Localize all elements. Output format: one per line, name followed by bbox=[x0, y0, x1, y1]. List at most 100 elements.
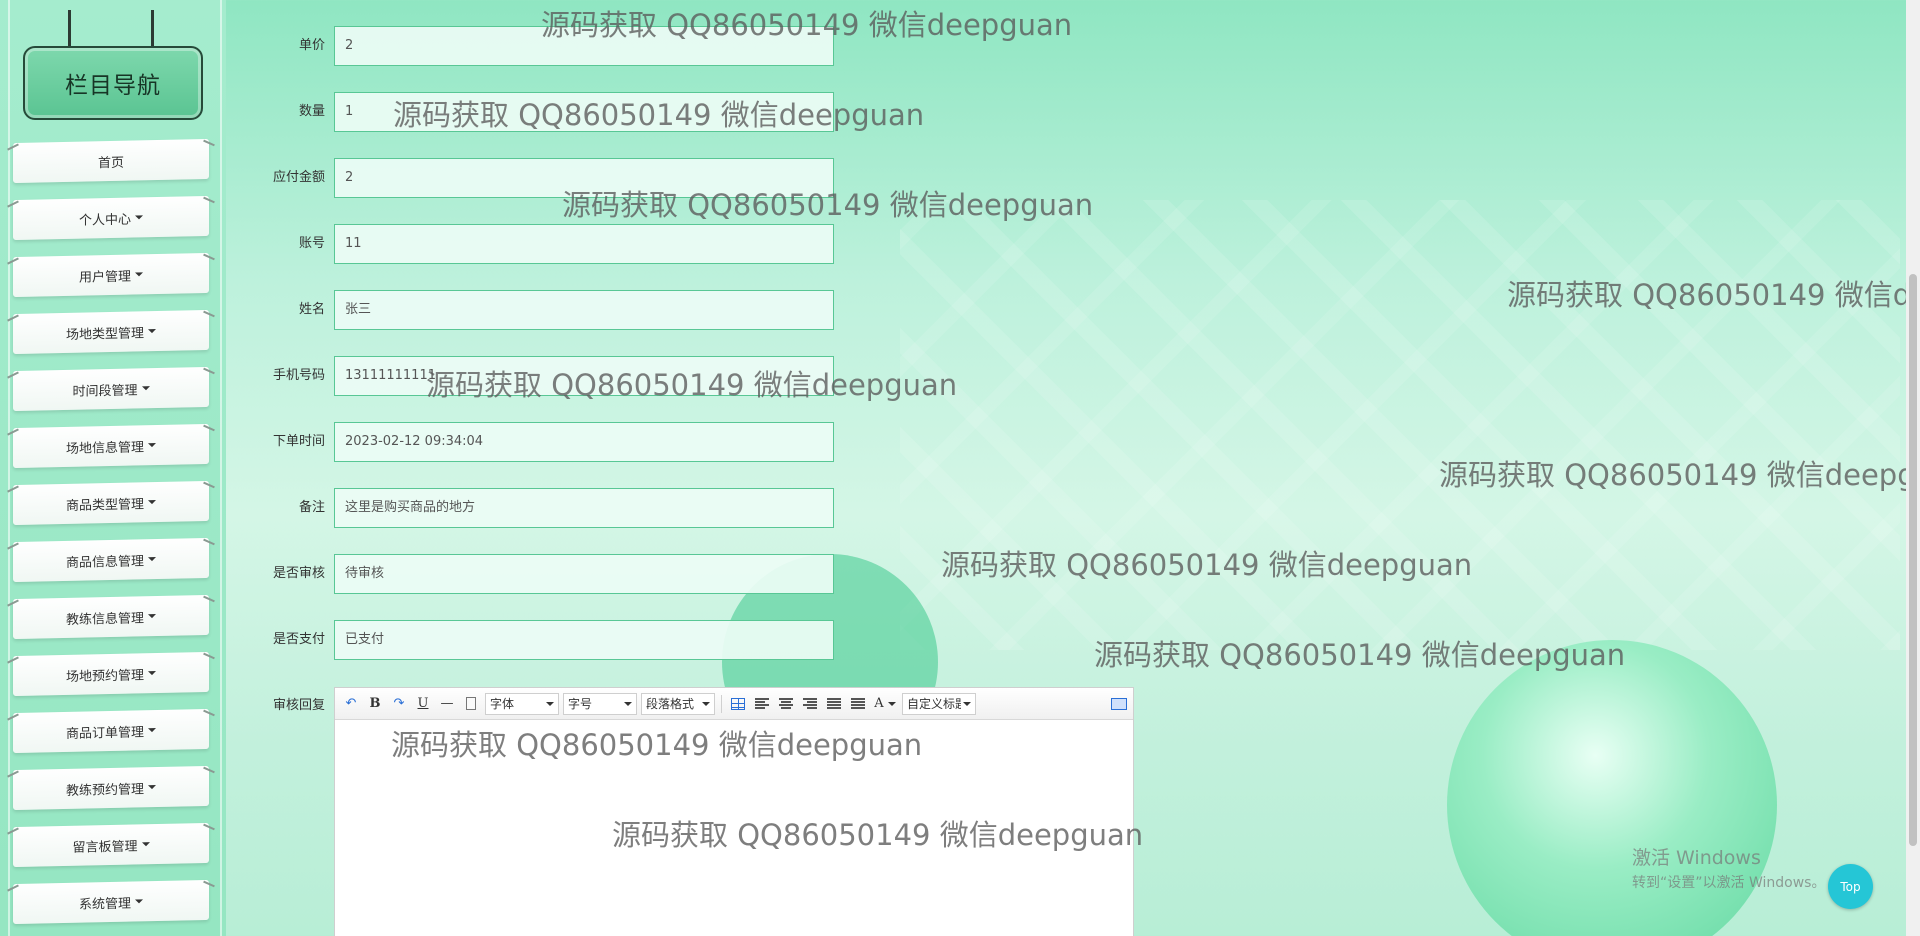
chevron-down-icon bbox=[148, 443, 156, 448]
page-scrollbar[interactable] bbox=[1906, 0, 1920, 936]
form-row: 是否支付 已支付 bbox=[255, 620, 835, 660]
chevron-down-icon bbox=[963, 701, 971, 706]
form-field-label: 单价 bbox=[298, 38, 325, 53]
sidebar-item-label: 场地类型管理 bbox=[65, 325, 144, 343]
align-justify-icon[interactable] bbox=[824, 694, 844, 714]
align-left-icon[interactable] bbox=[752, 694, 772, 714]
sidebar-item-label: 商品订单管理 bbox=[65, 724, 144, 742]
sidebar-item-label: 商品类型管理 bbox=[65, 496, 144, 514]
bold-button[interactable]: B bbox=[365, 694, 385, 714]
sidebar-item[interactable]: 商品订单管理 bbox=[13, 708, 209, 754]
sidebar-item-label: 首页 bbox=[97, 155, 124, 171]
chevron-down-icon bbox=[546, 701, 554, 706]
font-color-button[interactable]: A bbox=[872, 694, 898, 714]
form-field-label: 姓名 bbox=[298, 302, 325, 317]
font-family-select[interactable]: 字体 bbox=[485, 692, 559, 715]
sidebar-item[interactable]: 个人中心 bbox=[13, 195, 209, 241]
windows-activation-title: 激活 Windows bbox=[1632, 847, 1761, 869]
form-field-input[interactable]: 2023-02-12 09:34:04 bbox=[334, 422, 834, 462]
chevron-down-icon bbox=[135, 899, 143, 904]
chevron-down-icon bbox=[148, 614, 156, 619]
document-icon[interactable] bbox=[461, 694, 481, 714]
font-size-select[interactable]: 字号 bbox=[563, 692, 637, 715]
chevron-down-icon bbox=[887, 701, 896, 706]
form-field-input[interactable]: 11 bbox=[334, 224, 834, 264]
redo-icon[interactable]: ↷ bbox=[389, 694, 409, 714]
table-icon[interactable] bbox=[728, 694, 748, 714]
form-field-input[interactable]: 2 bbox=[334, 26, 834, 66]
form-field-label: 数量 bbox=[298, 104, 325, 119]
sidebar-item[interactable]: 场地信息管理 bbox=[13, 423, 209, 469]
form-row: 数量 1 bbox=[255, 92, 835, 132]
sidebar-item[interactable]: 时间段管理 bbox=[13, 366, 209, 412]
chevron-down-icon bbox=[135, 215, 143, 220]
font-family-value: 字体 bbox=[490, 696, 515, 711]
list-icon[interactable] bbox=[848, 694, 868, 714]
watermark: 源码获取 QQ86050149 微信deepguan bbox=[1439, 458, 1906, 492]
sidebar-item[interactable]: 留言板管理 bbox=[13, 822, 209, 868]
sign-string bbox=[151, 10, 154, 46]
sidebar-item-label: 个人中心 bbox=[78, 212, 131, 229]
sidebar-item[interactable]: 场地类型管理 bbox=[13, 309, 209, 355]
sidebar-item[interactable]: 教练信息管理 bbox=[13, 594, 209, 640]
form-field-input[interactable]: 张三 bbox=[334, 290, 834, 330]
form-field-input[interactable]: 待审核 bbox=[334, 554, 834, 594]
form-field-input[interactable]: 已支付 bbox=[334, 620, 834, 660]
back-to-top-button[interactable]: Top bbox=[1828, 864, 1873, 909]
form-field-input[interactable]: 13111111111 bbox=[334, 356, 834, 396]
chevron-down-icon bbox=[148, 728, 156, 733]
sidebar-item-label: 场地预约管理 bbox=[65, 667, 144, 685]
fullscreen-icon[interactable] bbox=[1111, 697, 1127, 710]
sidebar-item[interactable]: 首页 bbox=[13, 138, 209, 184]
sidebar-item[interactable]: 商品信息管理 bbox=[13, 537, 209, 583]
form-row: 手机号码 13111111111 bbox=[255, 356, 835, 396]
form-field-input[interactable]: 2 bbox=[334, 158, 834, 198]
sign-string bbox=[68, 10, 71, 46]
sidebar: 栏目导航 首页个人中心用户管理场地类型管理 时间段管理场地信息管理 商品类型管理 商品… bbox=[0, 0, 226, 936]
form-field-label: 手机号码 bbox=[272, 368, 325, 383]
sidebar-nav: 首页个人中心用户管理场地类型管理 时间段管理场地信息管理 商品类型管理 商品信息管理教… bbox=[13, 138, 209, 936]
watermark: 源码获取 QQ86050149 微信deepguan bbox=[1094, 638, 1626, 672]
sidebar-item-label: 场地信息管理 bbox=[65, 439, 144, 457]
horizontal-rule-icon[interactable]: — bbox=[437, 694, 457, 714]
rich-text-editor: ↶ B ↷ U — 字体 字号 段落格式 A 自定义标 bbox=[334, 687, 1134, 936]
scrollbar-thumb[interactable] bbox=[1909, 274, 1917, 846]
sidebar-item[interactable]: 系统管理 bbox=[13, 879, 209, 925]
chevron-down-icon bbox=[141, 842, 150, 847]
custom-heading-value: 自定义标题 bbox=[907, 696, 961, 711]
form-field-input[interactable]: 这里是购买商品的地方 bbox=[334, 488, 834, 528]
form-field-label: 账号 bbox=[298, 236, 325, 251]
sidebar-item-label: 系统管理 bbox=[78, 896, 131, 913]
chevron-down-icon bbox=[148, 329, 156, 334]
editor-content-area[interactable] bbox=[335, 720, 1133, 936]
form-field-input[interactable]: 1 bbox=[334, 92, 834, 132]
font-size-value: 字号 bbox=[568, 696, 593, 711]
custom-heading-select[interactable]: 自定义标题 bbox=[902, 692, 976, 715]
chevron-down-icon bbox=[148, 785, 156, 790]
undo-icon[interactable]: ↶ bbox=[341, 694, 361, 714]
align-right-icon[interactable] bbox=[800, 694, 820, 714]
sidebar-item[interactable]: 商品类型管理 bbox=[13, 480, 209, 526]
editor-toolbar: ↶ B ↷ U — 字体 字号 段落格式 A 自定义标 bbox=[335, 688, 1133, 720]
form-field-label: 备注 bbox=[298, 500, 325, 515]
sidebar-item-label: 时间段管理 bbox=[72, 382, 138, 400]
sidebar-item-label: 商品信息管理 bbox=[65, 553, 144, 571]
sidebar-item-label: 教练预约管理 bbox=[65, 781, 144, 799]
sidebar-item[interactable]: 用户管理 bbox=[13, 252, 209, 298]
paragraph-format-select[interactable]: 段落格式 bbox=[641, 692, 715, 715]
align-center-icon[interactable] bbox=[776, 694, 796, 714]
underline-button[interactable]: U bbox=[413, 694, 433, 714]
form-row: 下单时间 2023-02-12 09:34:04 bbox=[255, 422, 835, 462]
sidebar-item[interactable]: 教练预约管理 bbox=[13, 765, 209, 811]
form-row: 姓名 张三 bbox=[255, 290, 835, 330]
chevron-down-icon bbox=[141, 386, 150, 391]
sidebar-item[interactable]: 场地预约管理 bbox=[13, 651, 209, 697]
form-field-label: 是否审核 bbox=[272, 566, 325, 581]
form-field-label: 下单时间 bbox=[272, 434, 325, 449]
sidebar-item-label: 留言板管理 bbox=[72, 838, 138, 856]
sidebar-item-label: 教练信息管理 bbox=[65, 610, 144, 628]
sidebar-title: 栏目导航 bbox=[23, 46, 203, 120]
form-row: 账号 11 bbox=[255, 224, 835, 264]
watermark: 源码获取 QQ86050149 微信deepguan bbox=[941, 548, 1473, 582]
form-row: 备注 这里是购买商品的地方 bbox=[255, 488, 835, 528]
